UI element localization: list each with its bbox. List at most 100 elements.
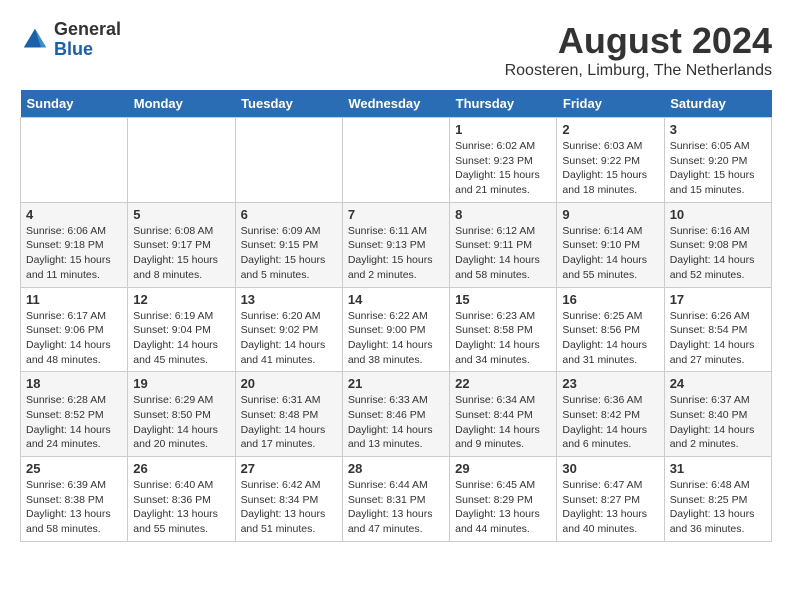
day-cell: 1 Sunrise: 6:02 AM Sunset: 9:23 PM Daylig… [450,118,557,203]
day-number: 27 [241,461,337,476]
day-info: Sunrise: 6:40 AM Sunset: 8:36 PM Dayligh… [133,478,229,537]
day-cell: 31 Sunrise: 6:48 AM Sunset: 8:25 PM Dayli… [664,457,771,542]
day-info: Sunrise: 6:28 AM Sunset: 8:52 PM Dayligh… [26,393,122,452]
day-cell: 9 Sunrise: 6:14 AM Sunset: 9:10 PM Daylig… [557,202,664,287]
day-number: 13 [241,292,337,307]
day-header-tuesday: Tuesday [235,90,342,118]
day-number: 18 [26,376,122,391]
day-cell: 19 Sunrise: 6:29 AM Sunset: 8:50 PM Dayli… [128,372,235,457]
day-number: 5 [133,207,229,222]
day-number: 29 [455,461,551,476]
week-row-2: 4Sunrise: 6:06 AM Sunset: 9:18 PM Daylig… [21,202,772,287]
day-header-wednesday: Wednesday [342,90,449,118]
day-cell [235,118,342,203]
day-cell: 4Sunrise: 6:06 AM Sunset: 9:18 PM Daylig… [21,202,128,287]
month-year-title: August 2024 [505,20,772,62]
day-info: Sunrise: 6:08 AM Sunset: 9:17 PM Dayligh… [133,224,229,283]
day-cell: 12Sunrise: 6:19 AM Sunset: 9:04 PM Dayli… [128,287,235,372]
day-cell: 25 Sunrise: 6:39 AM Sunset: 8:38 PM Dayli… [21,457,128,542]
day-info: Sunrise: 6:03 AM Sunset: 9:22 PM Dayligh… [562,139,658,198]
day-header-friday: Friday [557,90,664,118]
day-info: Sunrise: 6:37 AM Sunset: 8:40 PM Dayligh… [670,393,766,452]
day-cell: 15 Sunrise: 6:23 AM Sunset: 8:58 PM Dayli… [450,287,557,372]
day-info: Sunrise: 6:20 AM Sunset: 9:02 PM Dayligh… [241,309,337,368]
day-info: Sunrise: 6:11 AM Sunset: 9:13 PM Dayligh… [348,224,444,283]
day-info: Sunrise: 6:39 AM Sunset: 8:38 PM Dayligh… [26,478,122,537]
day-info: Sunrise: 6:26 AM Sunset: 8:54 PM Dayligh… [670,309,766,368]
day-cell: 10 Sunrise: 6:16 AM Sunset: 9:08 PM Dayli… [664,202,771,287]
day-cell: 11Sunrise: 6:17 AM Sunset: 9:06 PM Dayli… [21,287,128,372]
day-cell [128,118,235,203]
day-header-thursday: Thursday [450,90,557,118]
day-info: Sunrise: 6:05 AM Sunset: 9:20 PM Dayligh… [670,139,766,198]
day-number: 24 [670,376,766,391]
day-cell: 16Sunrise: 6:25 AM Sunset: 8:56 PM Dayli… [557,287,664,372]
day-number: 21 [348,376,444,391]
day-cell: 13 Sunrise: 6:20 AM Sunset: 9:02 PM Dayli… [235,287,342,372]
day-info: Sunrise: 6:09 AM Sunset: 9:15 PM Dayligh… [241,224,337,283]
day-number: 30 [562,461,658,476]
day-cell: 20Sunrise: 6:31 AM Sunset: 8:48 PM Dayli… [235,372,342,457]
day-cell: 5 Sunrise: 6:08 AM Sunset: 9:17 PM Daylig… [128,202,235,287]
day-number: 22 [455,376,551,391]
day-cell: 18 Sunrise: 6:28 AM Sunset: 8:52 PM Dayli… [21,372,128,457]
day-number: 11 [26,292,122,307]
day-info: Sunrise: 6:12 AM Sunset: 9:11 PM Dayligh… [455,224,551,283]
day-cell [342,118,449,203]
day-cell: 17 Sunrise: 6:26 AM Sunset: 8:54 PM Dayli… [664,287,771,372]
day-number: 31 [670,461,766,476]
day-info: Sunrise: 6:36 AM Sunset: 8:42 PM Dayligh… [562,393,658,452]
day-number: 19 [133,376,229,391]
day-info: Sunrise: 6:33 AM Sunset: 8:46 PM Dayligh… [348,393,444,452]
day-cell: 24 Sunrise: 6:37 AM Sunset: 8:40 PM Dayli… [664,372,771,457]
location-subtitle: Roosteren, Limburg, The Netherlands [505,62,772,80]
day-info: Sunrise: 6:44 AM Sunset: 8:31 PM Dayligh… [348,478,444,537]
day-cell: 30 Sunrise: 6:47 AM Sunset: 8:27 PM Dayli… [557,457,664,542]
day-number: 10 [670,207,766,222]
day-cell: 23 Sunrise: 6:36 AM Sunset: 8:42 PM Dayli… [557,372,664,457]
week-row-1: 1 Sunrise: 6:02 AM Sunset: 9:23 PM Daylig… [21,118,772,203]
day-number: 12 [133,292,229,307]
day-number: 25 [26,461,122,476]
day-info: Sunrise: 6:14 AM Sunset: 9:10 PM Dayligh… [562,224,658,283]
day-cell: 2 Sunrise: 6:03 AM Sunset: 9:22 PM Daylig… [557,118,664,203]
day-cell: 21 Sunrise: 6:33 AM Sunset: 8:46 PM Dayli… [342,372,449,457]
day-number: 23 [562,376,658,391]
week-row-5: 25 Sunrise: 6:39 AM Sunset: 8:38 PM Dayli… [21,457,772,542]
day-info: Sunrise: 6:06 AM Sunset: 9:18 PM Dayligh… [26,224,122,283]
calendar-table: SundayMondayTuesdayWednesdayThursdayFrid… [20,90,772,542]
day-info: Sunrise: 6:16 AM Sunset: 9:08 PM Dayligh… [670,224,766,283]
day-cell: 8 Sunrise: 6:12 AM Sunset: 9:11 PM Daylig… [450,202,557,287]
logo-text: General Blue [54,20,121,60]
day-info: Sunrise: 6:42 AM Sunset: 8:34 PM Dayligh… [241,478,337,537]
day-number: 1 [455,122,551,137]
day-number: 9 [562,207,658,222]
day-number: 28 [348,461,444,476]
day-number: 15 [455,292,551,307]
day-info: Sunrise: 6:47 AM Sunset: 8:27 PM Dayligh… [562,478,658,537]
day-number: 6 [241,207,337,222]
day-number: 8 [455,207,551,222]
day-cell: 7Sunrise: 6:11 AM Sunset: 9:13 PM Daylig… [342,202,449,287]
page-header: General Blue August 2024 Roosteren, Limb… [20,20,772,80]
day-cell [21,118,128,203]
day-number: 3 [670,122,766,137]
day-number: 17 [670,292,766,307]
day-info: Sunrise: 6:23 AM Sunset: 8:58 PM Dayligh… [455,309,551,368]
title-block: August 2024 Roosteren, Limburg, The Neth… [505,20,772,80]
day-info: Sunrise: 6:22 AM Sunset: 9:00 PM Dayligh… [348,309,444,368]
day-number: 14 [348,292,444,307]
day-info: Sunrise: 6:48 AM Sunset: 8:25 PM Dayligh… [670,478,766,537]
logo-general-text: General [54,20,121,40]
day-cell: 6 Sunrise: 6:09 AM Sunset: 9:15 PM Daylig… [235,202,342,287]
day-header-monday: Monday [128,90,235,118]
day-number: 2 [562,122,658,137]
day-info: Sunrise: 6:29 AM Sunset: 8:50 PM Dayligh… [133,393,229,452]
day-cell: 28 Sunrise: 6:44 AM Sunset: 8:31 PM Dayli… [342,457,449,542]
logo: General Blue [20,20,121,60]
day-info: Sunrise: 6:25 AM Sunset: 8:56 PM Dayligh… [562,309,658,368]
day-cell: 3 Sunrise: 6:05 AM Sunset: 9:20 PM Daylig… [664,118,771,203]
week-row-3: 11Sunrise: 6:17 AM Sunset: 9:06 PM Dayli… [21,287,772,372]
logo-blue-text: Blue [54,40,121,60]
day-info: Sunrise: 6:02 AM Sunset: 9:23 PM Dayligh… [455,139,551,198]
